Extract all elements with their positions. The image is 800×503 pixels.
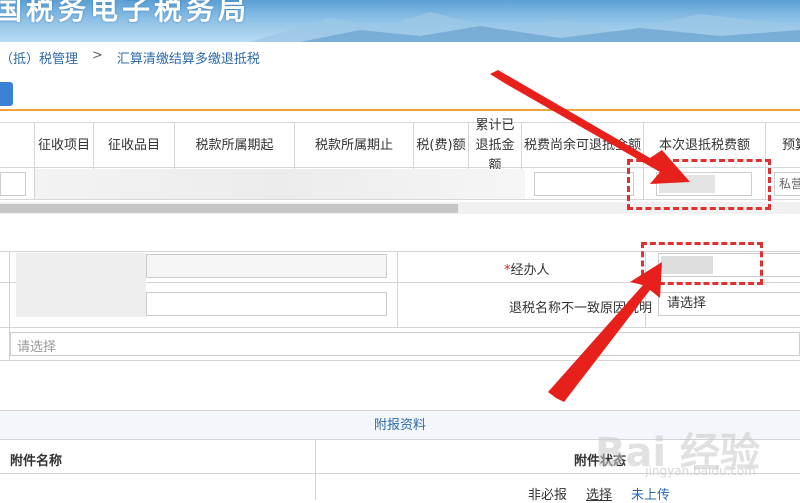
budget-field[interactable]: 私营: [774, 172, 800, 196]
col-header-period-end: 税款所属期止: [294, 123, 413, 169]
col-header-refunded-amount: 累计已退抵金额: [468, 118, 521, 173]
bottom-select-placeholder: 请选择: [17, 340, 57, 355]
divider: [0, 109, 800, 111]
breadcrumb-separator: >: [92, 48, 103, 63]
info-field[interactable]: [146, 292, 387, 316]
action-button[interactable]: [0, 82, 13, 106]
col-header-levy-category: 征收品目: [93, 123, 174, 169]
attachment-name-header: 附件名称: [10, 454, 63, 469]
breadcrumb: （抵）税管理 > 汇算清缴结算多缴退抵税: [0, 48, 274, 68]
divider: [0, 360, 800, 361]
breadcrumb-item-refund[interactable]: 汇算清缴结算多缴退抵税: [117, 48, 260, 68]
highlight-box: [641, 242, 763, 285]
col-header-tax-amount: 税(费)额: [413, 123, 468, 169]
attachment-select-link[interactable]: 选择: [586, 484, 612, 503]
col-header-levy-item: 征收项目: [34, 123, 93, 169]
col-divider: [315, 474, 316, 500]
divider: [0, 327, 800, 328]
agent-label: *经办人: [504, 263, 550, 278]
reason-select[interactable]: 请选择: [658, 292, 800, 316]
redacted-info: [16, 253, 146, 317]
remaining-amount-field: [534, 172, 634, 196]
site-title: 国税务电子税务局: [0, 0, 251, 26]
row-checkbox-field[interactable]: [0, 172, 26, 196]
redacted-row-data: [35, 169, 525, 199]
col-header-remaining-amount: 税费尚余可退抵金额: [521, 123, 643, 169]
attachment-upload-status: 未上传: [631, 488, 671, 503]
highlight-box: [627, 159, 771, 210]
scrollbar-thumb[interactable]: [0, 204, 458, 213]
col-divider: [397, 251, 398, 327]
reason-label: 退税名称不一致原因说明: [509, 301, 653, 316]
info-field-readonly: [146, 254, 387, 278]
header-banner: 国税务电子税务局: [0, 0, 800, 42]
bottom-select[interactable]: 请选择: [10, 332, 800, 356]
col-divider: [315, 440, 316, 474]
col-header-period-start: 税款所属期起: [174, 123, 294, 169]
attachment-required-text: 非必报: [528, 488, 568, 503]
watermark-url: jingyan.baidu.com: [645, 464, 756, 478]
breadcrumb-item-tax-management[interactable]: （抵）税管理: [0, 48, 78, 68]
